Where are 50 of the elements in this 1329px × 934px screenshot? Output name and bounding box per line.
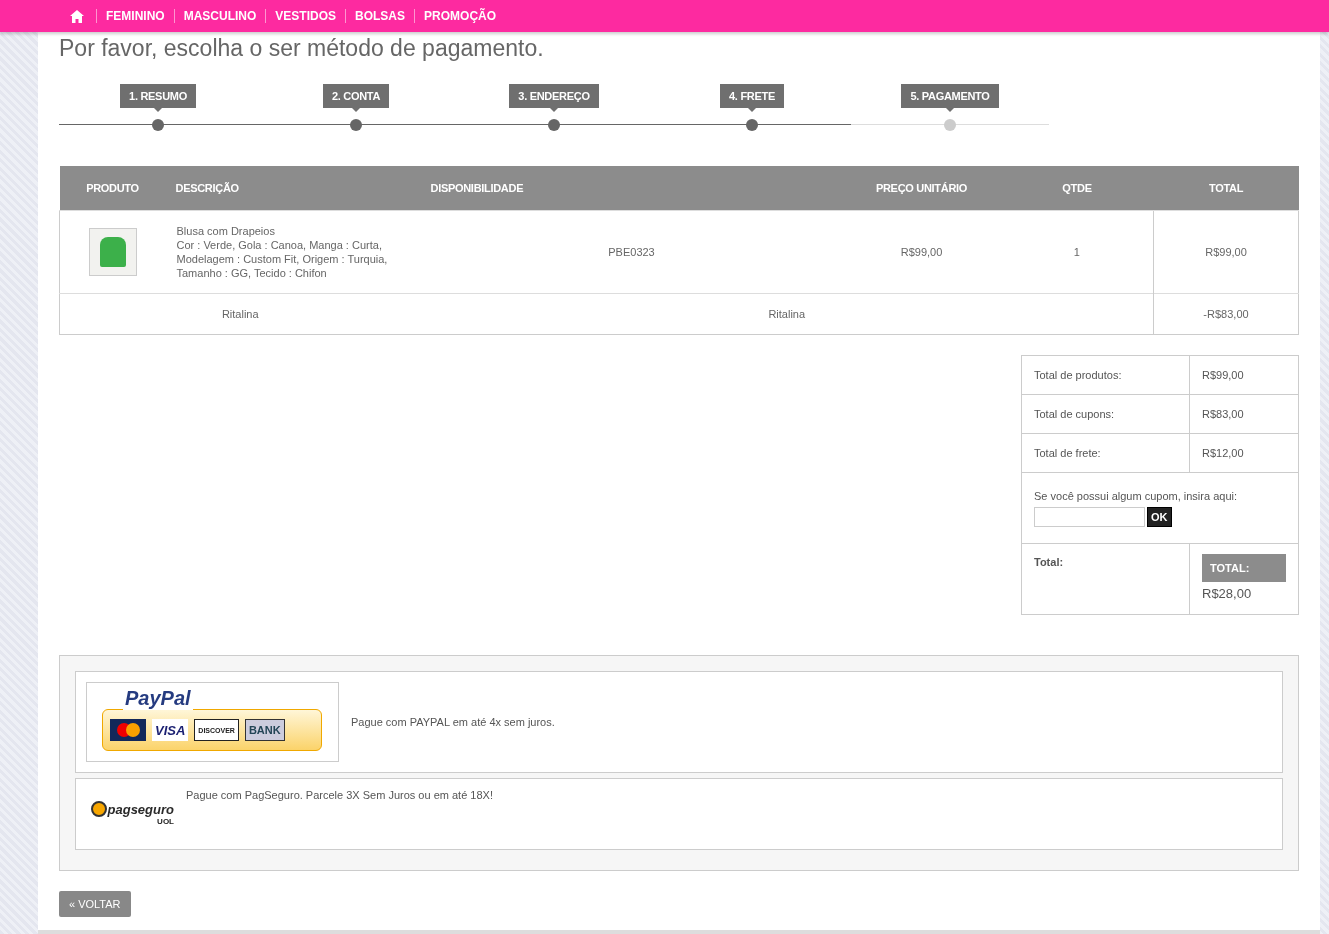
- nav-link[interactable]: FEMININO: [96, 9, 174, 23]
- column-header: TOTAL: [1153, 166, 1299, 211]
- summary-label: Total de frete:: [1034, 447, 1101, 459]
- total-label: Total:: [1034, 556, 1064, 568]
- column-header: DISPONIBILIDADE: [420, 166, 843, 211]
- summary-value: R$99,00: [1202, 369, 1244, 381]
- ok-button[interactable]: OK: [1147, 506, 1172, 527]
- summary-label: Total de produtos:: [1034, 369, 1122, 381]
- pointer-icon: [748, 108, 756, 112]
- step-label: 2. CONTA: [322, 84, 390, 108]
- payment-description: Pague com PagSeguro. Parcele 3X Sem Juros ou em até 18X!: [186, 789, 493, 801]
- total-value: R$28,00: [1202, 586, 1253, 601]
- column-header: QTDE: [1000, 166, 1154, 211]
- step-label: 5. PAGAMENTO: [901, 84, 999, 108]
- total-badge: TOTAL:: [1202, 554, 1286, 582]
- table-cell: R$99,00: [1205, 246, 1247, 258]
- pointer-icon: [154, 108, 162, 112]
- payment-description: Pague com PAYPAL em até 4x sem juros.: [351, 716, 555, 728]
- summary-label: Total de cupons:: [1034, 408, 1115, 420]
- nav-link[interactable]: BOLSAS: [345, 9, 415, 23]
- pointer-icon: [550, 108, 558, 112]
- pointer-icon: [352, 108, 360, 112]
- card-logo-icon: [110, 719, 146, 741]
- home-icon[interactable]: [70, 9, 84, 23]
- coupon-name: Ritalina: [221, 308, 259, 320]
- page-heading: Por favor, escolha o ser método de pagamento.: [59, 34, 545, 63]
- payment-option[interactable]: pagseguro UOL Pague com PagSeguro. Parcele 3X Sem Juros ou em até 18X!: [75, 778, 1283, 850]
- column-header: PRODUTO: [59, 166, 166, 211]
- nav-link[interactable]: VESTIDOS: [265, 9, 346, 23]
- column-header: PREÇO UNITÁRIO: [842, 166, 1001, 211]
- table-cell: 1: [1073, 246, 1080, 258]
- product-description: Blusa com Drapeios Cor : Verde, Gola : Canoa, Manga : Curta, Modelagem : Custom Fit, Origem : Turquia, Tamanho : GG, Tecido : Chifon: [175, 224, 389, 280]
- coupon-description: Ritalina: [768, 308, 806, 320]
- table-cell: PBE0323: [608, 246, 655, 258]
- back-button[interactable]: « VOLTAR: [59, 891, 131, 917]
- step-label: 4. FRETE: [720, 84, 784, 108]
- product-photo-placeholder: [88, 228, 137, 276]
- summary-value: R$12,00: [1202, 447, 1244, 459]
- step-label: 3. ENDEREÇO: [509, 84, 599, 108]
- summary-value: R$83,00: [1202, 408, 1244, 420]
- pagseguro-logo: pagseguro UOL: [86, 801, 174, 826]
- step-label: 1. RESUMO: [120, 84, 196, 108]
- column-header: DESCRIÇÃO: [165, 166, 421, 211]
- coupon-discount: -R$83,00: [1203, 308, 1249, 320]
- pointer-icon: [946, 108, 954, 112]
- nav-link[interactable]: PROMOÇÃO: [414, 9, 506, 23]
- nav-link[interactable]: MASCULINO: [173, 9, 266, 23]
- coupon-prompt: Se você possui algum cupom, insira aqui:: [1034, 489, 1238, 502]
- table-cell: R$99,00: [900, 246, 943, 258]
- coupon-input-field[interactable]: [1034, 506, 1145, 527]
